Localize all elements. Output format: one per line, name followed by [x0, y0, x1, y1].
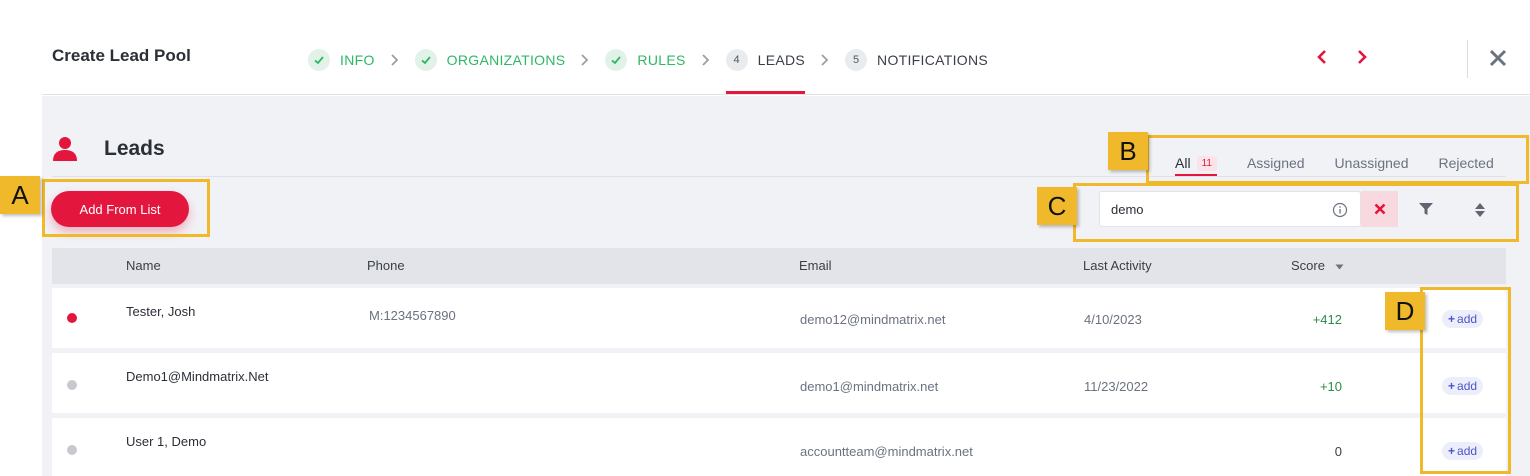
lead-name[interactable]: Demo1@Mindmatrix.Net — [126, 369, 269, 384]
lead-score: +10 — [1319, 379, 1342, 394]
column-score[interactable]: Score — [1291, 258, 1344, 273]
wizard-header: Create Lead Pool INFO ORGANIZATIONS RULE… — [42, 0, 1530, 95]
chevron-right-icon — [579, 53, 591, 67]
annotation-label-b: B — [1108, 132, 1148, 170]
step-organizations-label: ORGANIZATIONS — [446, 52, 566, 68]
chevron-right-icon — [1358, 50, 1367, 64]
step-navigation — [1312, 46, 1372, 68]
annotation-box-c — [1073, 183, 1519, 242]
table-row[interactable]: User 1, Demo accountteam@mindmatrix.net … — [52, 418, 1506, 476]
chevron-right-icon — [700, 53, 712, 67]
chevron-right-icon — [389, 53, 401, 67]
step-info-label: INFO — [340, 52, 375, 68]
lead-phone: M:1234567890 — [369, 308, 456, 323]
step-leads-number: 4 — [725, 49, 748, 71]
section-title: Leads — [104, 137, 165, 160]
status-dot — [67, 313, 77, 323]
leads-table: Name Phone Email Last Activity Score Tes… — [52, 248, 1506, 476]
annotation-label-c: C — [1037, 187, 1077, 225]
lead-last-activity: 4/10/2023 — [1084, 312, 1142, 327]
annotation-box-a — [42, 179, 210, 237]
step-notifications-number: 5 — [845, 49, 868, 71]
sort-down-icon — [1335, 264, 1344, 270]
step-rules[interactable]: RULES — [605, 47, 685, 73]
step-leads-label: LEADS — [757, 52, 806, 68]
annotation-box-b — [1146, 135, 1529, 184]
step-leads[interactable]: 4 LEADS — [725, 47, 806, 94]
column-last-activity[interactable]: Last Activity — [1083, 258, 1152, 273]
step-info[interactable]: INFO — [308, 47, 375, 73]
check-icon — [414, 49, 437, 71]
user-icon — [53, 137, 77, 161]
table-row[interactable]: Tester, Josh M:1234567890 demo12@mindmat… — [52, 288, 1506, 348]
step-organizations[interactable]: ORGANIZATIONS — [414, 47, 566, 73]
previous-step-button[interactable] — [1312, 46, 1332, 68]
close-button[interactable] — [1486, 46, 1510, 70]
chevron-left-icon — [1317, 50, 1326, 64]
column-phone[interactable]: Phone — [367, 258, 405, 273]
page-title: Create Lead Pool — [52, 46, 191, 65]
check-icon — [308, 49, 330, 71]
check-icon — [605, 49, 628, 71]
lead-email: accountteam@mindmatrix.net — [800, 444, 973, 459]
chevron-right-icon — [819, 53, 831, 67]
status-dot — [67, 380, 77, 390]
section-header: Leads — [52, 136, 165, 162]
page-root: Create Lead Pool INFO ORGANIZATIONS RULE… — [0, 0, 1530, 476]
lead-score: 0 — [1334, 444, 1342, 459]
step-notifications-label: NOTIFICATIONS — [877, 52, 989, 68]
wizard-steps: INFO ORGANIZATIONS RULES 4 LEADS 5 NOTIF… — [308, 47, 988, 94]
column-score-label: Score — [1291, 258, 1325, 273]
lead-last-activity: 11/23/2022 — [1084, 379, 1149, 394]
annotation-label-d: D — [1385, 292, 1425, 330]
lead-score: +412 — [1312, 312, 1342, 327]
annotation-box-d — [1420, 287, 1511, 474]
table-header: Name Phone Email Last Activity Score — [52, 248, 1506, 284]
column-name[interactable]: Name — [126, 258, 161, 273]
lead-name[interactable]: Tester, Josh — [126, 304, 195, 319]
column-email[interactable]: Email — [799, 258, 832, 273]
header-divider — [1467, 40, 1468, 78]
next-step-button[interactable] — [1352, 46, 1372, 68]
annotation-label-a: A — [0, 176, 40, 214]
close-icon — [1489, 49, 1507, 67]
step-rules-label: RULES — [637, 52, 686, 68]
table-row[interactable]: Demo1@Mindmatrix.Net demo1@mindmatrix.ne… — [52, 353, 1506, 413]
step-notifications[interactable]: 5 NOTIFICATIONS — [845, 47, 988, 73]
lead-email: demo1@mindmatrix.net — [800, 379, 939, 394]
lead-email: demo12@mindmatrix.net — [800, 312, 946, 327]
status-dot — [67, 445, 77, 455]
lead-name[interactable]: User 1, Demo — [126, 434, 206, 449]
